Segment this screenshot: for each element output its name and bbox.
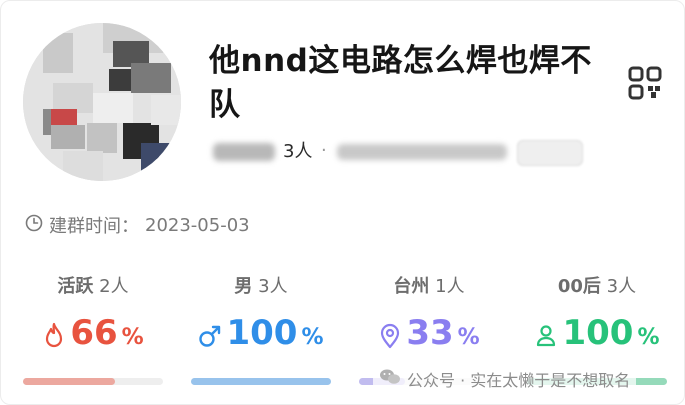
stat-region[interactable]: 台州 1人 33% <box>359 273 499 358</box>
group-title: 他nnd这电路怎么焊也焊不队 <box>209 43 592 123</box>
stat-value: 66% <box>23 313 163 358</box>
stat-bar-active <box>23 378 163 385</box>
flame-icon <box>46 322 63 347</box>
person-icon <box>537 324 556 346</box>
group-desc-obscured <box>337 144 507 160</box>
stat-label: 台州 1人 <box>393 276 465 297</box>
stat-value: 100% <box>191 313 331 358</box>
qr-code-icon[interactable] <box>627 65 663 101</box>
watermark: 公众号 · 实在太懒于是不想取名 <box>373 367 637 391</box>
separator-dot: · <box>321 140 327 161</box>
stat-label: 男 3人 <box>234 276 288 297</box>
member-avatars-obscured <box>213 143 275 161</box>
group-info-card: 他nnd这电路怎么焊也焊不队 3人 · 建群时间： 2023-05-03 活跃 … <box>0 0 685 405</box>
stat-label: 00后 3人 <box>557 276 637 297</box>
member-count: 3人 <box>283 141 313 162</box>
stat-label: 活跃 2人 <box>57 276 129 297</box>
location-pin-icon <box>381 323 400 348</box>
stat-value: 33% <box>359 313 499 358</box>
stat-bar-male <box>191 378 331 385</box>
watermark-text: 公众号 · 实在太懒于是不想取名 <box>407 371 631 390</box>
male-icon <box>199 325 221 347</box>
group-avatar[interactable] <box>23 23 181 181</box>
created-date: 2023-05-03 <box>145 214 250 236</box>
wechat-icon <box>379 368 401 390</box>
stat-bar-fill <box>23 378 116 385</box>
created-label: 建群时间： <box>49 216 139 237</box>
stat-bar-fill <box>191 378 331 385</box>
clock-icon <box>25 214 43 237</box>
stat-value: 100% <box>527 313 667 358</box>
stat-age[interactable]: 00后 3人 100% <box>527 273 667 358</box>
created-date-row: 建群时间： 2023-05-03 <box>25 213 250 237</box>
group-tag-obscured <box>517 140 583 166</box>
stat-active[interactable]: 活跃 2人 66% <box>23 273 163 358</box>
stat-male[interactable]: 男 3人 100% <box>191 273 331 358</box>
